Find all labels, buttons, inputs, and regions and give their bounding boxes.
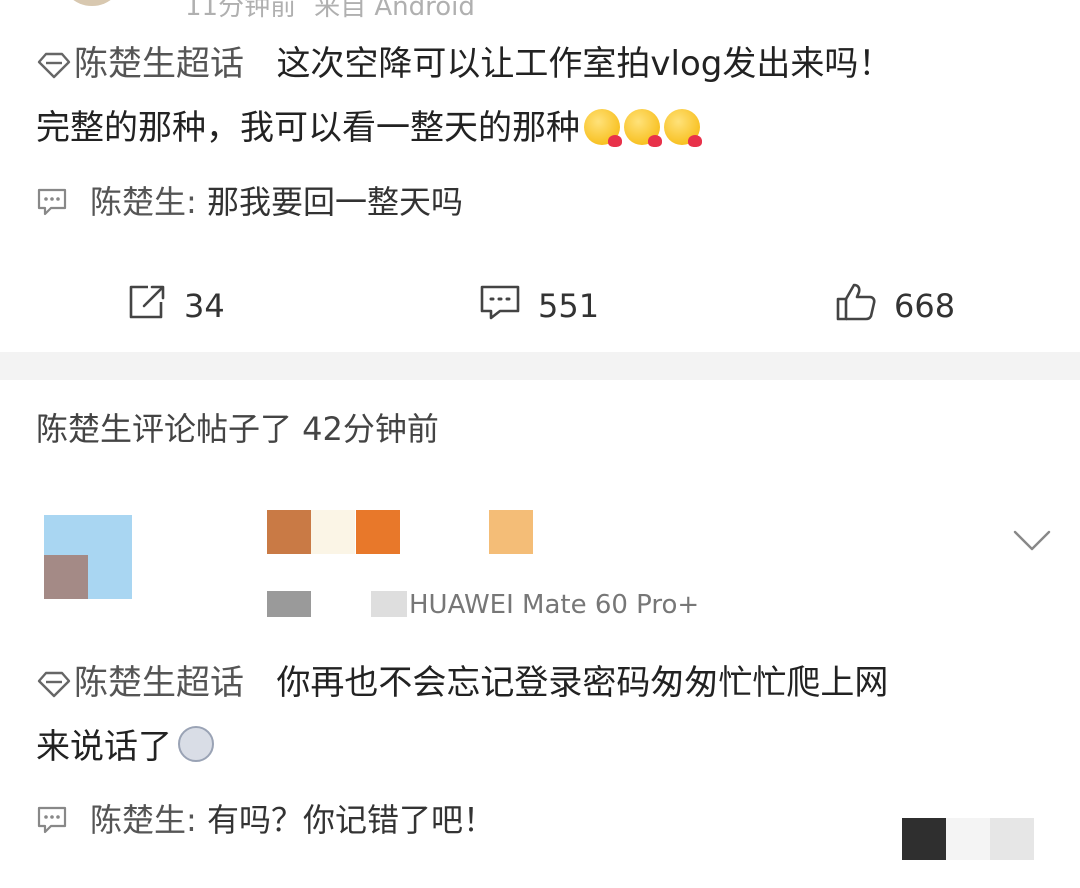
reply-comment-icon	[36, 184, 68, 228]
topic-label: 陈楚生超话	[74, 44, 244, 84]
chevron-down-icon	[1012, 530, 1052, 558]
blush-heart-emoji-icon	[584, 109, 622, 147]
post-source: 来自 Android	[314, 0, 475, 22]
post-text-line1: 你再也不会忘记登录密码匆匆忙忙爬上网	[276, 663, 889, 703]
author-reply[interactable]: 陈楚生: 那我要回一整天吗	[36, 180, 463, 228]
activity-header: 陈楚生评论帖子了 42分钟前	[36, 410, 439, 448]
topic-diamond-icon	[36, 657, 72, 717]
reply-author: 陈楚生:	[90, 183, 197, 221]
avatar[interactable]	[44, 515, 132, 599]
like-icon	[834, 281, 894, 331]
section-divider	[0, 352, 1080, 380]
post-device: HUAWEI Mate 60 Pro+	[267, 590, 699, 620]
blush-heart-emoji-icon	[664, 109, 702, 147]
blush-heart-emoji-icon	[624, 109, 662, 147]
redaction-block	[902, 818, 946, 860]
share-button[interactable]: 34	[126, 278, 225, 334]
topic-label: 陈楚生超话	[74, 663, 244, 703]
like-button[interactable]: 668	[834, 278, 955, 334]
share-icon	[126, 282, 184, 330]
post-body: 陈楚生超话 你再也不会忘记登录密码匆匆忙忙爬上网 来说话了	[36, 653, 1056, 777]
topic-diamond-icon	[36, 38, 72, 98]
device-name: HUAWEI Mate 60 Pro+	[409, 590, 700, 620]
redaction-block	[990, 818, 1034, 860]
comment-icon	[478, 283, 538, 329]
username-redacted	[311, 510, 355, 554]
comment-button[interactable]: 551	[478, 278, 599, 334]
username-redacted	[267, 510, 311, 554]
reply-text: 那我要回一整天吗	[206, 183, 463, 221]
author-reply[interactable]: 陈楚生: 有吗？你记错了吧！	[36, 798, 495, 846]
username-redacted	[356, 510, 400, 554]
post-text-line2: 来说话了	[36, 727, 172, 767]
post-meta: 11分钟前 来自 Android	[185, 0, 475, 23]
more-options[interactable]	[1012, 528, 1052, 558]
post-body: 陈楚生超话 这次空降可以让工作室拍vlog发出来吗！ 完整的那种，我可以看一整天…	[36, 34, 1056, 158]
comment-count: 551	[538, 287, 600, 325]
reply-comment-icon	[36, 802, 68, 846]
post-text-line2: 完整的那种，我可以看一整天的那种	[36, 108, 580, 148]
post-text-line1: 这次空降可以让工作室拍vlog发出来吗！	[276, 44, 893, 84]
robot-emoji-icon	[178, 726, 214, 762]
redaction-block	[946, 818, 990, 860]
reply-text: 有吗？你记错了吧！	[206, 801, 495, 839]
action-bar: 34 551 668	[0, 278, 1080, 334]
reply-author: 陈楚生:	[90, 801, 197, 839]
avatar-peek[interactable]	[60, 0, 124, 6]
topic-link[interactable]: 陈楚生超话	[36, 663, 255, 703]
share-count: 34	[184, 287, 225, 325]
username-redacted	[489, 510, 533, 554]
like-count: 668	[894, 287, 956, 325]
post-time: 11分钟前	[185, 0, 297, 22]
topic-link[interactable]: 陈楚生超话	[36, 44, 255, 84]
